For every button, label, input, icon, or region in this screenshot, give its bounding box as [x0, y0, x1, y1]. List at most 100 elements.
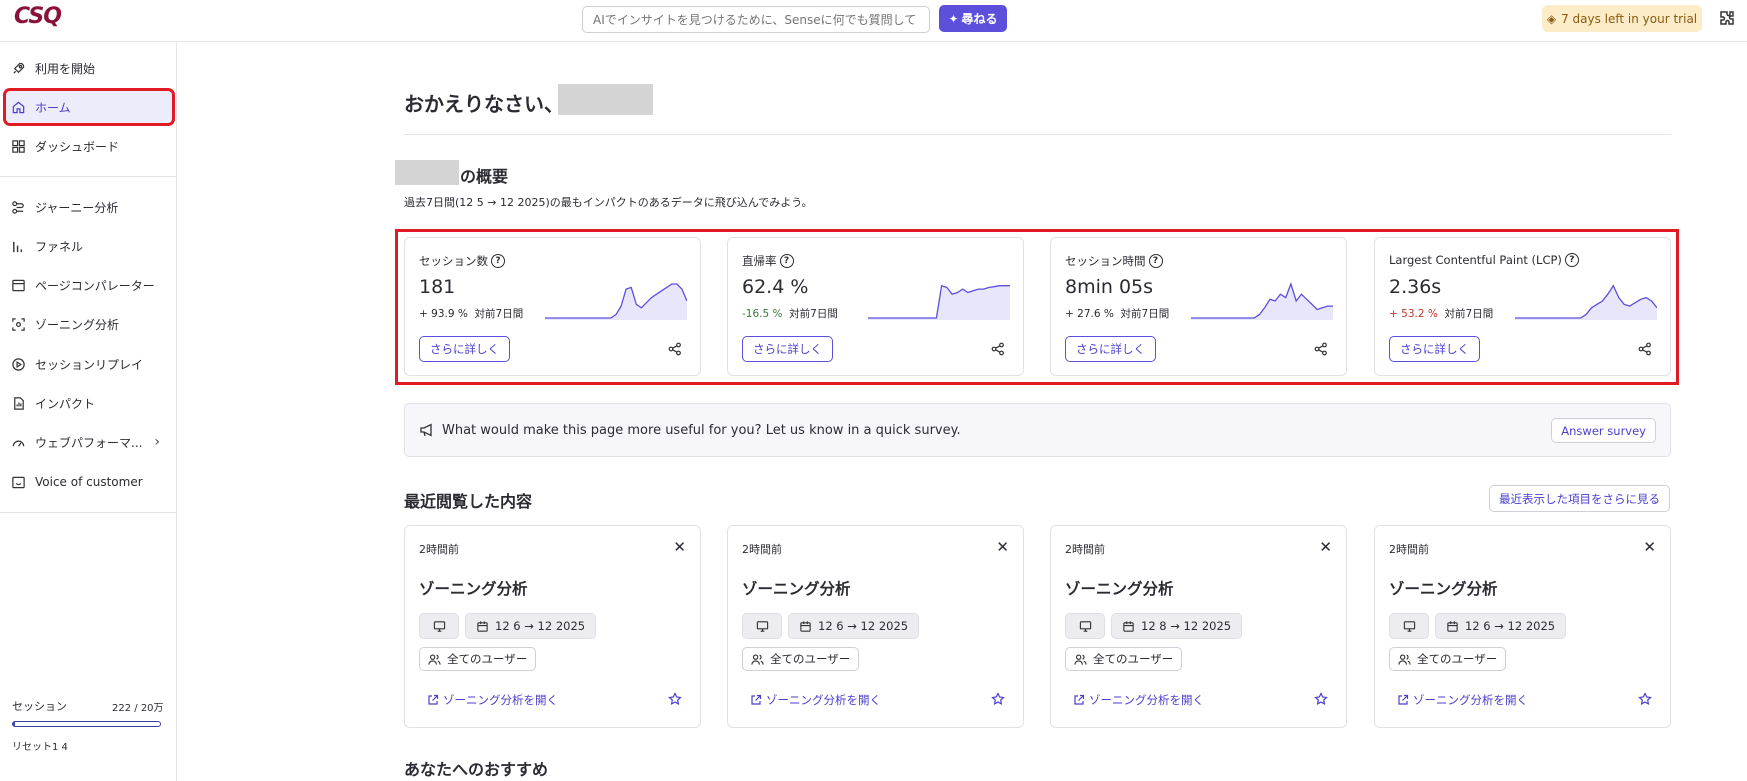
- metric-card: セッション時間 ? 8min 05s + 27.6 % 対前7日間 さらに詳しく: [1050, 237, 1347, 376]
- metric-value: 2.36s: [1389, 276, 1442, 298]
- sidebar-item-session-replay[interactable]: セッションリプレイ: [6, 348, 172, 380]
- sessions-progress-fill: [13, 722, 15, 726]
- calendar-icon: [1123, 620, 1134, 632]
- close-icon[interactable]: ✕: [996, 538, 1009, 556]
- sidebar-item-getting-started[interactable]: 利用を開始: [6, 52, 172, 84]
- ask-button[interactable]: ✦ 尋ねる: [939, 5, 1007, 32]
- answer-survey-button[interactable]: Answer survey: [1551, 418, 1656, 443]
- share-icon[interactable]: [1314, 342, 1328, 356]
- sidebar-divider: [0, 512, 177, 513]
- star-icon[interactable]: [1638, 692, 1652, 706]
- sidebar-item-label: Voice of customer: [35, 475, 143, 489]
- metric-more-button[interactable]: さらに詳しく: [742, 336, 833, 362]
- trial-badge[interactable]: ◈ 7 days left in your trial: [1542, 5, 1702, 32]
- metric-more-button[interactable]: さらに詳しく: [1389, 336, 1480, 362]
- help-icon[interactable]: ?: [779, 254, 794, 268]
- recent-card[interactable]: 2時間前 ✕ ゾーニング分析 12 6 → 12 2025 全てのユーザー ゾー…: [1374, 525, 1671, 728]
- sidebar-item-impact[interactable]: インパクト: [6, 387, 172, 419]
- segment-chip[interactable]: 全てのユーザー: [1065, 647, 1183, 671]
- date-range: 12 6 → 12 2025: [818, 619, 909, 633]
- metric-more-button[interactable]: さらに詳しく: [419, 336, 510, 362]
- recent-card[interactable]: 2時間前 ✕ ゾーニング分析 12 8 → 12 2025 全てのユーザー ゾー…: [1050, 525, 1347, 728]
- metric-delta: + 93.9 % 対前7日間: [419, 306, 523, 321]
- journey-icon: [12, 200, 24, 214]
- recommend-title: あなたへのおすすめ: [404, 760, 549, 779]
- recent-time: 2時間前: [419, 543, 459, 556]
- metric-more-button[interactable]: さらに詳しく: [1065, 336, 1156, 362]
- calendar-icon: [1447, 620, 1458, 632]
- app-logo[interactable]: CSQ: [14, 4, 62, 29]
- sidebar-item-journey[interactable]: ジャーニー分析: [6, 191, 172, 223]
- see-more-recent-button[interactable]: 最近表示した項目をさらに見る: [1489, 485, 1670, 512]
- recent-card-title: ゾーニング分析: [1065, 580, 1174, 598]
- sessions-count: 222 / 20万: [112, 703, 164, 714]
- sidebar-item-label: ホーム: [35, 100, 71, 115]
- metric-title: 直帰率 ?: [742, 253, 794, 269]
- sidebar-item-zoning[interactable]: ゾーニング分析: [6, 308, 172, 340]
- date-range: 12 6 → 12 2025: [1465, 619, 1556, 633]
- users-icon: [428, 653, 441, 665]
- sidebar-item-label: 利用を開始: [35, 61, 96, 76]
- puzzle-icon[interactable]: [1717, 9, 1737, 29]
- sidebar-item-label: ジャーニー分析: [35, 200, 119, 215]
- chevron-right-icon[interactable]: ›: [154, 434, 160, 450]
- segment-chip[interactable]: 全てのユーザー: [1389, 647, 1507, 671]
- share-icon[interactable]: [1638, 342, 1652, 356]
- date-chip[interactable]: 12 6 → 12 2025: [788, 613, 920, 639]
- star-icon[interactable]: [991, 692, 1005, 706]
- recent-card-title: ゾーニング分析: [419, 580, 528, 598]
- help-icon[interactable]: ?: [491, 254, 505, 268]
- desktop-icon: [433, 620, 445, 632]
- date-chip[interactable]: 12 6 → 12 2025: [1435, 613, 1567, 639]
- page-title: おかえりなさい、: [404, 92, 564, 116]
- star-icon[interactable]: [668, 692, 682, 706]
- sessions-reset: リセット1 4: [12, 742, 68, 753]
- star-icon[interactable]: [1314, 692, 1328, 706]
- sidebar-item-page-comparator[interactable]: ページコンパレーター: [6, 269, 172, 301]
- share-icon[interactable]: [991, 342, 1005, 356]
- metric-period: 対前7日間: [1120, 308, 1170, 320]
- close-icon[interactable]: ✕: [673, 538, 686, 556]
- ask-sense-input[interactable]: [582, 6, 930, 33]
- close-icon[interactable]: ✕: [1319, 538, 1332, 556]
- metric-period: 対前7日間: [1444, 308, 1494, 320]
- calendar-icon: [477, 620, 488, 632]
- date-chip[interactable]: 12 8 → 12 2025: [1111, 613, 1243, 639]
- recent-card[interactable]: 2時間前 ✕ ゾーニング分析 12 6 → 12 2025 全てのユーザー ゾー…: [727, 525, 1024, 728]
- share-icon[interactable]: [668, 342, 682, 356]
- sidebar-item-dashboard[interactable]: ダッシュボード: [6, 130, 172, 162]
- close-icon[interactable]: ✕: [1643, 538, 1656, 556]
- metric-sparkline: [868, 284, 1010, 320]
- sidebar-item-voice-of-customer[interactable]: Voice of customer: [6, 466, 172, 498]
- metric-period: 対前7日間: [789, 308, 838, 320]
- sidebar: 利用を開始 ホーム ダッシュボード ジャーニー分析 ファネル ページコンパレータ…: [0, 42, 177, 781]
- segment-chip[interactable]: 全てのユーザー: [419, 647, 537, 671]
- open-zoning-link[interactable]: ゾーニング分析を開く: [427, 692, 558, 708]
- segment-label: 全てのユーザー: [1093, 652, 1174, 666]
- metric-title-text: 直帰率: [742, 254, 777, 268]
- open-zoning-link[interactable]: ゾーニング分析を開く: [1397, 692, 1528, 708]
- sidebar-item-home[interactable]: ホーム: [3, 88, 175, 126]
- device-chip[interactable]: [1065, 613, 1105, 639]
- recent-card[interactable]: 2時間前 ✕ ゾーニング分析 12 6 → 12 2025 全てのユーザー ゾー…: [404, 525, 701, 728]
- sidebar-item-funnel[interactable]: ファネル: [6, 230, 172, 262]
- device-chip[interactable]: [419, 613, 459, 639]
- overview-title: の概要: [460, 167, 509, 186]
- help-icon[interactable]: ?: [1564, 253, 1579, 267]
- help-icon[interactable]: ?: [1148, 254, 1163, 268]
- sidebar-item-web-performance[interactable]: ウェブパフォーマ... ›: [6, 426, 172, 458]
- metric-title-text: セッション数: [419, 254, 488, 268]
- date-chip[interactable]: 12 6 → 12 2025: [465, 613, 597, 639]
- metric-card: 直帰率 ? 62.4 % -16.5 % 対前7日間 さらに詳しく: [727, 237, 1024, 376]
- sidebar-item-label: インパクト: [35, 396, 96, 411]
- metric-title-text: セッション時間: [1065, 254, 1146, 268]
- play-icon: [12, 357, 25, 371]
- recent-title: 最近閲覧した内容: [404, 492, 533, 511]
- gauge-icon: [12, 440, 25, 447]
- open-zoning-link[interactable]: ゾーニング分析を開く: [750, 692, 881, 708]
- device-chip[interactable]: [1389, 613, 1429, 639]
- segment-chip[interactable]: 全てのユーザー: [742, 647, 860, 671]
- open-zoning-link[interactable]: ゾーニング分析を開く: [1073, 692, 1204, 708]
- device-chip[interactable]: [742, 613, 782, 639]
- metric-period: 対前7日間: [474, 308, 524, 320]
